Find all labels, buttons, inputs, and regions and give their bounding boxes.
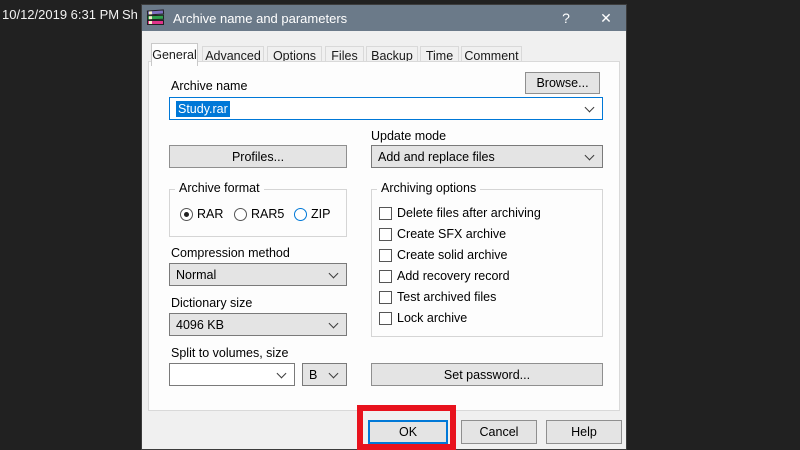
browse-button[interactable]: Browse... [525,72,600,94]
radio-selected-icon [180,207,193,221]
radio-icon [234,207,247,221]
checkbox-icon [379,248,392,262]
chevron-down-icon[interactable] [328,268,339,278]
checkbox-icon [379,311,392,325]
archive-name-input[interactable]: Study.rar [169,97,603,120]
chevron-down-icon[interactable] [328,318,339,328]
profiles-button[interactable]: Profiles... [169,145,347,168]
radio-zip[interactable]: ZIP [294,207,330,221]
archive-name-label: Archive name [171,79,248,93]
update-mode-value: Add and replace files [378,149,495,164]
annotation-highlight-ok [357,405,456,450]
compression-method-label: Compression method [171,246,290,260]
dictionary-size-label: Dictionary size [171,296,253,310]
chevron-down-icon[interactable] [584,102,595,112]
checkbox-create-solid[interactable]: Create solid archive [379,248,507,262]
help-button[interactable]: Help [546,420,622,444]
winrar-icon [146,8,166,27]
update-mode-label: Update mode [371,129,447,143]
split-volumes-input[interactable] [169,363,295,386]
close-icon[interactable]: ✕ [586,5,626,31]
radio-rar5[interactable]: RAR5 [234,207,284,221]
checkbox-icon [379,269,392,283]
split-volumes-label: Split to volumes, size [171,346,289,360]
chevron-down-icon[interactable] [276,368,287,378]
chevron-down-icon[interactable] [584,150,595,160]
checkbox-icon [379,290,392,304]
archive-name-value: Study.rar [176,100,230,117]
dictionary-size-select[interactable]: 4096 KB [169,313,347,336]
split-unit-select[interactable]: B [302,363,347,386]
split-unit-value: B [309,367,318,382]
checkbox-create-sfx[interactable]: Create SFX archive [379,227,506,241]
chevron-down-icon[interactable] [328,368,339,378]
archive-format-group-label: Archive format [175,181,264,195]
tab-general[interactable]: General [151,43,198,66]
dialog-title: Archive name and parameters [173,10,348,26]
compression-method-select[interactable]: Normal [169,263,347,286]
archive-dialog: Archive name and parameters ? ✕ General … [141,4,627,450]
radio-icon [294,207,307,221]
dialog-titlebar[interactable]: Archive name and parameters ? ✕ [142,5,626,31]
checkbox-test-archived[interactable]: Test archived files [379,290,496,304]
radio-rar[interactable]: RAR [180,207,223,221]
desktop-partial-text: Sh [122,7,138,22]
checkbox-recovery-record[interactable]: Add recovery record [379,269,510,283]
archiving-options-group-label: Archiving options [377,181,481,195]
desktop-timestamp: 10/12/2019 6:31 PM [2,7,120,22]
checkbox-delete-files[interactable]: Delete files after archiving [379,206,541,220]
update-mode-select[interactable]: Add and replace files [371,145,603,168]
set-password-button[interactable]: Set password... [371,363,603,386]
dictionary-size-value: 4096 KB [176,317,224,332]
desktop: 10/12/2019 6:31 PM Sh Archive name and p… [0,0,800,450]
help-icon[interactable]: ? [546,5,586,31]
checkbox-icon [379,227,392,241]
compression-method-value: Normal [176,267,217,282]
cancel-button[interactable]: Cancel [461,420,537,444]
checkbox-icon [379,206,392,220]
checkbox-lock-archive[interactable]: Lock archive [379,311,467,325]
